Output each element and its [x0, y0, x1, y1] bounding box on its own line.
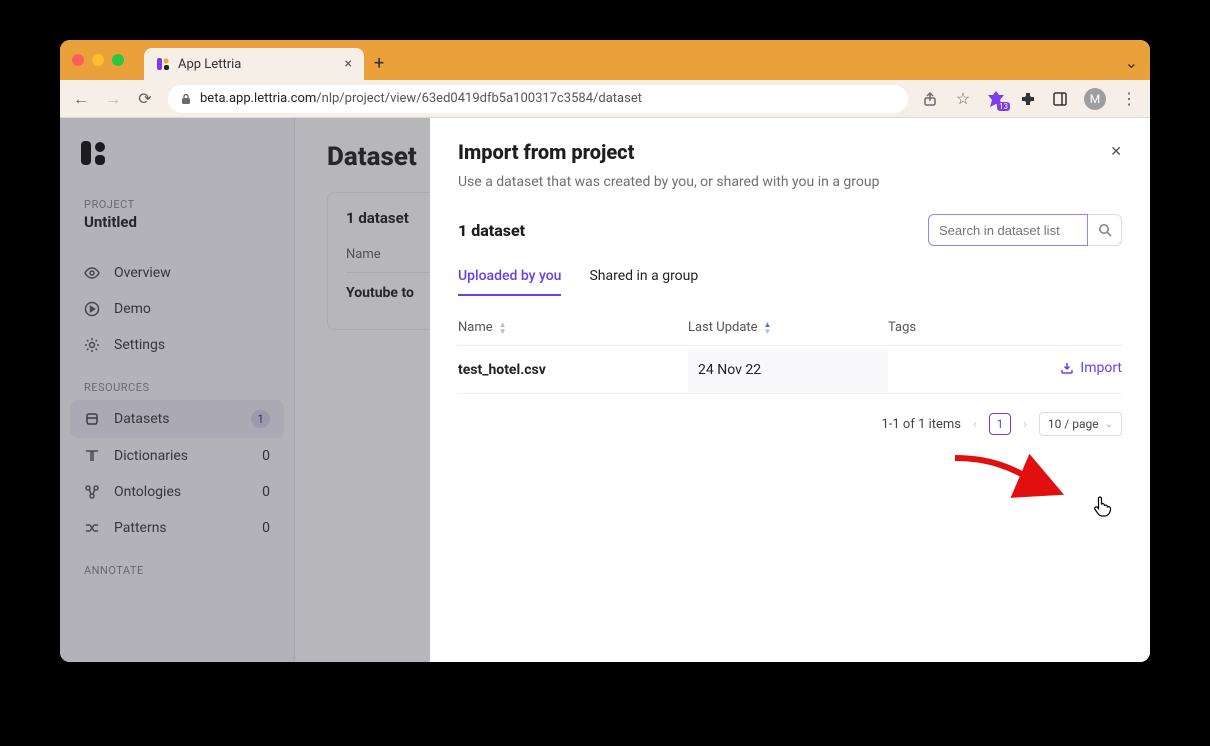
new-tab-button[interactable]: +: [374, 53, 384, 74]
tab-uploaded-by-you[interactable]: Uploaded by you: [458, 268, 561, 296]
browser-tab[interactable]: App Lettria ×: [144, 48, 364, 80]
browser-tabbar: App Lettria × + ⌄: [60, 40, 1150, 80]
extension-badge-icon[interactable]: 13: [986, 89, 1006, 109]
col-last-update[interactable]: Last Update ▲▼: [688, 320, 888, 335]
sidepanel-icon[interactable]: [1052, 91, 1070, 107]
table-row: test_hotel.csv 24 Nov 22 Import: [458, 346, 1122, 394]
cell-name: test_hotel.csv: [458, 362, 688, 378]
sort-icon: ▲▼: [499, 321, 507, 335]
tabs-overflow-icon[interactable]: ⌄: [1125, 53, 1138, 72]
download-icon: [1060, 361, 1074, 375]
tab-close-icon[interactable]: ×: [345, 56, 352, 72]
tab-title: App Lettria: [178, 57, 241, 72]
pager-next-icon[interactable]: ›: [1023, 417, 1027, 432]
kebab-menu-icon[interactable]: ⋮: [1120, 89, 1138, 108]
nav-forward-icon[interactable]: →: [104, 89, 122, 109]
dataset-count: 1 dataset: [458, 221, 916, 240]
lock-icon: [180, 93, 192, 105]
search-input[interactable]: [928, 214, 1088, 246]
app-content: PROJECT Untitled Overview Demo Settings: [60, 118, 1150, 662]
browser-urlbar: ← → ⟳ beta.app.lettria.com/nlp/project/v…: [60, 80, 1150, 118]
pager-size-select[interactable]: 10 / page ⌄: [1039, 412, 1122, 436]
search-button[interactable]: [1088, 214, 1122, 246]
chevron-down-icon: ⌄: [1105, 419, 1113, 430]
cell-last-update: 24 Nov 22: [688, 348, 888, 392]
pager-page[interactable]: 1: [989, 413, 1011, 435]
nav-reload-icon[interactable]: ⟳: [136, 89, 154, 108]
import-button[interactable]: Import: [1060, 360, 1122, 376]
pager-summary: 1-1 of 1 items: [881, 417, 961, 432]
import-modal: Import from project ✕ Use a dataset that…: [430, 118, 1150, 662]
pagination: 1-1 of 1 items ‹ 1 › 10 / page ⌄: [458, 412, 1122, 436]
profile-avatar[interactable]: M: [1084, 88, 1106, 110]
col-name[interactable]: Name ▲▼: [458, 320, 688, 335]
address-bar[interactable]: beta.app.lettria.com/nlp/project/view/63…: [168, 85, 908, 113]
browser-window: App Lettria × + ⌄ ← → ⟳ beta.app.lettria…: [60, 40, 1150, 662]
modal-title: Import from project: [458, 140, 634, 164]
search-group: [928, 214, 1122, 246]
tab-shared-in-group[interactable]: Shared in a group: [589, 268, 698, 296]
modal-subtitle: Use a dataset that was created by you, o…: [458, 174, 1122, 190]
window-controls: [72, 54, 124, 66]
window-close-button[interactable]: [72, 54, 84, 66]
window-maximize-button[interactable]: [112, 54, 124, 66]
table-header: Name ▲▼ Last Update ▲▼ Tags: [458, 310, 1122, 346]
url-text: beta.app.lettria.com/nlp/project/view/63…: [200, 91, 642, 106]
tab-favicon-icon: [156, 57, 170, 71]
col-tags[interactable]: Tags: [888, 320, 988, 335]
nav-back-icon[interactable]: ←: [72, 89, 90, 109]
search-icon: [1098, 223, 1112, 237]
bookmark-icon[interactable]: ☆: [954, 89, 972, 108]
pager-prev-icon[interactable]: ‹: [973, 417, 977, 432]
extensions-icon[interactable]: [1020, 91, 1038, 107]
toolbar-right: ☆ 13 M ⋮: [922, 88, 1138, 110]
dataset-table: Name ▲▼ Last Update ▲▼ Tags tes: [458, 310, 1122, 394]
close-icon[interactable]: ✕: [1110, 144, 1122, 160]
modal-tabs: Uploaded by you Shared in a group: [458, 268, 1122, 296]
share-icon[interactable]: [922, 91, 940, 107]
window-minimize-button[interactable]: [92, 54, 104, 66]
sort-icon: ▲▼: [764, 321, 772, 335]
